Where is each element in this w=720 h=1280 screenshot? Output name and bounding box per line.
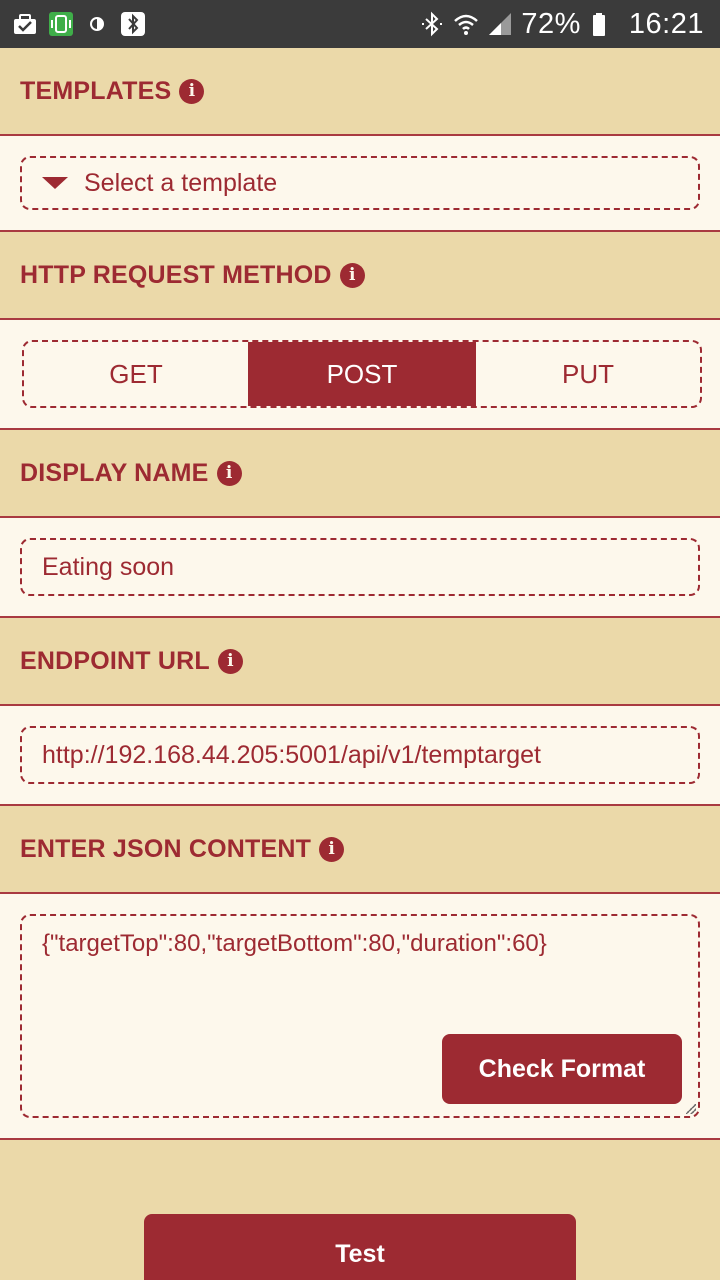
json-content-text: {"targetTop":80,"targetBottom":80,"durat…: [42, 930, 547, 957]
json-content-title: ENTER JSON CONTENT: [20, 834, 312, 863]
json-content-textarea[interactable]: {"targetTop":80,"targetBottom":80,"durat…: [20, 914, 700, 1118]
info-icon[interactable]: i: [339, 262, 365, 288]
info-icon[interactable]: i: [216, 460, 242, 486]
contrast-icon: [84, 11, 110, 37]
status-bar-notifications: [12, 10, 146, 38]
battery-percent: 72%: [521, 7, 581, 40]
endpoint-url-header: ENDPOINT URL i: [0, 618, 720, 704]
caret-down-icon: [42, 177, 68, 189]
json-content-header: ENTER JSON CONTENT i: [0, 806, 720, 892]
endpoint-url-field[interactable]: http://192.168.44.205:5001/api/v1/tempta…: [20, 726, 700, 784]
test-button[interactable]: Test: [144, 1214, 576, 1280]
display-name-header: DISPLAY NAME i: [0, 430, 720, 516]
info-icon[interactable]: i: [217, 648, 243, 674]
bluetooth-icon: [419, 11, 445, 37]
info-icon[interactable]: i: [319, 836, 345, 862]
battery-icon: [589, 11, 615, 37]
endpoint-url-title: ENDPOINT URL: [20, 646, 210, 675]
wifi-icon: [453, 11, 479, 37]
http-method-selector: GET POST PUT: [22, 340, 702, 408]
method-post-button[interactable]: POST: [248, 342, 476, 406]
http-method-panel: GET POST PUT: [0, 318, 720, 430]
bluetooth-icon: [120, 11, 146, 37]
method-put-button[interactable]: PUT: [476, 342, 700, 406]
method-get-button[interactable]: GET: [24, 342, 248, 406]
templates-panel: Select a template: [0, 134, 720, 232]
clock: 16:21: [628, 7, 704, 40]
templates-header: TEMPLATES i: [0, 48, 720, 134]
signal-icon: [487, 11, 513, 37]
json-content-panel: {"targetTop":80,"targetBottom":80,"durat…: [0, 892, 720, 1140]
display-name-field[interactable]: Eating soon: [20, 538, 700, 596]
http-method-title: HTTP REQUEST METHOD: [20, 260, 332, 289]
resize-handle-icon[interactable]: [686, 1104, 696, 1114]
template-select[interactable]: Select a template: [20, 156, 700, 210]
status-bar-system: 72% 16:21: [419, 0, 704, 48]
briefcase-icon: [12, 11, 38, 37]
templates-title: TEMPLATES: [20, 76, 172, 105]
display-name-panel: Eating soon: [0, 516, 720, 618]
endpoint-url-panel: http://192.168.44.205:5001/api/v1/tempta…: [0, 704, 720, 806]
status-bar: 72% 16:21: [0, 0, 720, 48]
check-format-button[interactable]: Check Format: [442, 1034, 682, 1104]
screen-mirror-icon: [48, 11, 74, 37]
info-icon[interactable]: i: [179, 78, 205, 104]
http-method-header: HTTP REQUEST METHOD i: [0, 232, 720, 318]
display-name-title: DISPLAY NAME: [20, 458, 209, 487]
template-select-label: Select a template: [84, 168, 278, 197]
